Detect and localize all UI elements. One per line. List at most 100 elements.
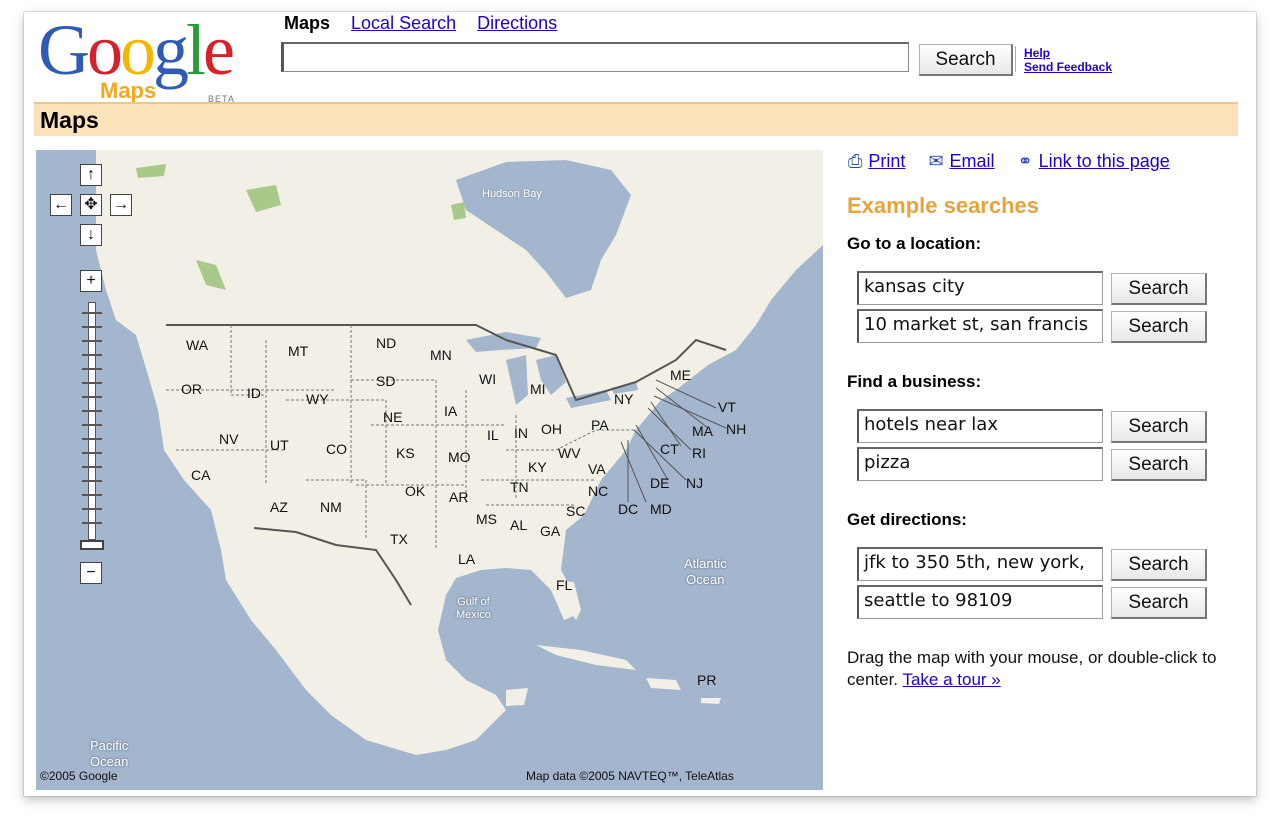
state-label: MS: [476, 511, 497, 527]
state-label: DC: [618, 501, 639, 517]
state-label: NJ: [686, 475, 704, 491]
logo-maps-label: Maps: [100, 78, 157, 103]
state-label: PR: [697, 672, 717, 688]
state-label: WY: [306, 391, 329, 407]
zoom-tick: [82, 354, 102, 356]
state-label: MD: [650, 501, 672, 517]
state-label: KS: [396, 445, 415, 461]
map-copyright: ©2005 Google: [40, 769, 118, 783]
pan-left-button[interactable]: ←: [50, 194, 72, 216]
map-view[interactable]: WA MT ND MN OR ID WY SD WI MI NY ME NE I…: [36, 150, 823, 790]
state-label: WI: [479, 371, 497, 387]
example-search-button[interactable]: Search: [1111, 449, 1207, 481]
example-query-input[interactable]: kansas city: [857, 271, 1103, 305]
pan-right-button[interactable]: →: [110, 194, 132, 216]
section-go-to-location: Go to a location:: [847, 234, 982, 253]
help-link[interactable]: Help: [1024, 46, 1112, 60]
example-query-input[interactable]: jfk to 350 5th, new york,: [857, 547, 1103, 581]
state-label: SC: [566, 503, 586, 519]
google-maps-logo[interactable]: Google Maps BETA: [38, 10, 268, 104]
link-to-page-link[interactable]: Link to this page: [1039, 151, 1170, 171]
state-label: OR: [181, 381, 202, 397]
state-label: TN: [510, 479, 529, 495]
state-label: IN: [514, 425, 528, 441]
state-label: MN: [430, 347, 452, 363]
zoom-tick: [82, 410, 102, 412]
email-icon: ✉: [928, 151, 944, 171]
map-help-text: Drag the map with your mouse, or double-…: [847, 647, 1237, 691]
state-label: NC: [588, 483, 609, 499]
state-label: LA: [458, 551, 476, 567]
state-label: VA: [588, 461, 606, 477]
zoom-tick: [82, 494, 102, 496]
state-label: RI: [692, 445, 706, 461]
example-search-button[interactable]: Search: [1111, 587, 1207, 619]
pan-center-button[interactable]: ✥: [80, 194, 102, 216]
state-label: PA: [591, 417, 609, 433]
pan-up-button[interactable]: ↑: [80, 164, 102, 186]
state-label: WV: [558, 445, 581, 461]
example-query-input[interactable]: 10 market st, san francis: [857, 309, 1103, 343]
print-link[interactable]: Print: [868, 151, 905, 171]
link-icon: ⚭: [1017, 151, 1033, 171]
state-label: DE: [650, 475, 670, 491]
state-label: OK: [405, 483, 426, 499]
hudson-bay-label: Hudson Bay: [482, 188, 542, 200]
state-label: CO: [326, 441, 347, 457]
tab-directions[interactable]: Directions: [477, 13, 557, 33]
example-search-button[interactable]: Search: [1111, 411, 1207, 443]
page-title: Maps: [40, 107, 99, 133]
state-label: NV: [219, 431, 239, 447]
tab-local-search[interactable]: Local Search: [351, 13, 456, 33]
main-search-input[interactable]: [281, 42, 909, 72]
state-label: FL: [556, 577, 573, 593]
map-graphic: [96, 150, 823, 755]
zoom-tick: [82, 382, 102, 384]
state-label: IA: [444, 403, 458, 419]
send-feedback-link[interactable]: Send Feedback: [1024, 60, 1112, 74]
state-label: NM: [320, 499, 342, 515]
section-title-bar: Maps: [34, 102, 1238, 136]
section-find-business: Find a business:: [847, 372, 982, 391]
state-label: ME: [670, 367, 691, 383]
header-divider: [1015, 46, 1016, 72]
state-label: UT: [270, 437, 289, 453]
example-search-button[interactable]: Search: [1111, 273, 1207, 305]
zoom-slider-handle[interactable]: [80, 540, 104, 550]
state-label: GA: [540, 523, 561, 539]
example-query-input[interactable]: hotels near lax: [857, 409, 1103, 443]
state-label: ND: [376, 335, 397, 351]
example-search-button[interactable]: Search: [1111, 311, 1207, 343]
state-label: VT: [718, 399, 736, 415]
state-label: NE: [383, 409, 403, 425]
example-query-input[interactable]: pizza: [857, 447, 1103, 481]
state-label: CT: [660, 441, 679, 457]
top-tabs: Maps Local Search Directions: [284, 13, 573, 34]
state-label: WA: [186, 337, 209, 353]
atlantic-ocean-label: Atlantic Ocean: [684, 556, 727, 587]
take-a-tour-link[interactable]: Take a tour »: [902, 670, 1000, 689]
section-get-directions: Get directions:: [847, 510, 967, 529]
state-label: MO: [448, 449, 471, 465]
state-label: SD: [376, 373, 396, 389]
state-label: MA: [692, 423, 713, 439]
zoom-out-button[interactable]: −: [80, 562, 102, 584]
main-search-button[interactable]: Search: [919, 44, 1013, 76]
map-data-attribution: Map data ©2005 NAVTEQ™, TeleAtlas: [526, 769, 734, 783]
zoom-tick: [82, 480, 102, 482]
zoom-in-button[interactable]: +: [80, 270, 102, 292]
example-search-button[interactable]: Search: [1111, 549, 1207, 581]
state-label: AR: [449, 489, 469, 505]
email-link[interactable]: Email: [950, 151, 995, 171]
zoom-tick: [82, 452, 102, 454]
print-icon: ⎙: [848, 151, 863, 171]
zoom-tick: [82, 438, 102, 440]
zoom-tick: [82, 312, 102, 314]
example-query-input[interactable]: seattle to 98109: [857, 585, 1103, 619]
state-label: OH: [541, 421, 562, 437]
pan-down-button[interactable]: ↓: [80, 224, 102, 246]
zoom-slider-track[interactable]: [88, 302, 96, 540]
pacific-ocean-label: Pacific Ocean: [90, 738, 129, 769]
zoom-tick: [82, 368, 102, 370]
state-label: NH: [726, 421, 747, 437]
